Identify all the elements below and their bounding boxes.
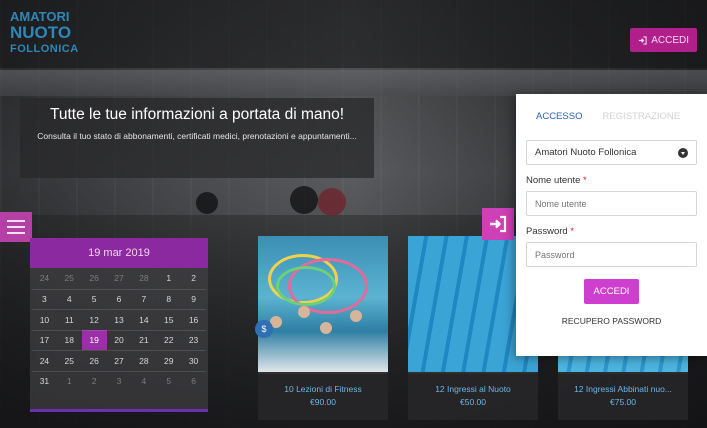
calendar-day[interactable]: 13 — [106, 309, 132, 330]
required-mark: * — [583, 175, 587, 186]
calendar-day[interactable]: 25 — [57, 268, 82, 289]
logo-line-2: NUOTO — [10, 23, 72, 42]
username-input[interactable] — [526, 191, 697, 216]
calendar-day[interactable]: 6 — [106, 288, 132, 310]
calendar-day[interactable]: 9 — [181, 288, 206, 310]
calendar-day[interactable]: 26 — [82, 268, 107, 289]
background-beam — [0, 70, 707, 96]
calendar-day[interactable]: 3 — [106, 370, 132, 392]
calendar-day[interactable]: 20 — [106, 329, 132, 351]
calendar-day[interactable]: 4 — [131, 370, 157, 392]
calendar: 19 mar 2019 24 25 26 27 28 1 2 3 4 5 6 7 8 9 10 11 12 13 1… — [30, 238, 208, 412]
card-image-fitness — [258, 236, 388, 372]
calendar-day[interactable]: 1 — [156, 268, 181, 289]
hero-subtitle: Consulta il tuo stato di abbonamenti, ce… — [37, 131, 357, 141]
calendar-day[interactable]: 28 — [131, 268, 156, 289]
menu-button[interactable] — [0, 212, 32, 242]
calendar-day[interactable]: 3 — [32, 288, 57, 310]
product-card[interactable]: 10 Lezioni di Fitness €90.00 — [258, 236, 388, 420]
calendar-day[interactable]: 2 — [181, 268, 206, 289]
calendar-day[interactable]: 1 — [56, 370, 82, 392]
calendar-day[interactable]: 28 — [131, 350, 157, 371]
username-label: Nome utente * — [526, 175, 587, 186]
header-login-label: ACCEDI — [651, 34, 689, 46]
chevron-down-icon — [678, 147, 688, 158]
calendar-day[interactable]: 16 — [181, 309, 206, 330]
calendar-day[interactable]: 5 — [81, 288, 107, 310]
calendar-day[interactable]: 26 — [81, 350, 107, 371]
calendar-day[interactable]: 7 — [131, 288, 157, 310]
calendar-day[interactable]: 27 — [106, 350, 132, 371]
header-login-button[interactable]: ACCEDI — [630, 28, 697, 52]
card-title: 12 Ingressi Abbinati nuo... — [574, 384, 672, 394]
club-select[interactable]: Amatori Nuoto Follonica — [526, 140, 697, 165]
calendar-grid: 24 25 26 27 28 1 2 3 4 5 6 7 8 9 10 11 12 13 14 15 16 17 18 19 2… — [30, 268, 208, 391]
calendar-footer-bar — [30, 409, 208, 412]
card-caption: 12 Ingressi Abbinati nuo... €75.00 — [558, 374, 688, 420]
tab-register[interactable]: REGISTRAZIONE — [602, 111, 680, 122]
login-panel: ACCESSO REGISTRAZIONE Amatori Nuoto Foll… — [516, 94, 707, 356]
login-submit-button[interactable]: ACCEDI — [584, 279, 639, 304]
card-price: €50.00 — [460, 397, 486, 407]
calendar-day[interactable]: 23 — [181, 329, 206, 351]
calendar-day[interactable]: 17 — [32, 329, 57, 351]
calendar-day[interactable]: 30 — [181, 350, 206, 371]
calendar-day[interactable]: 19 — [81, 329, 107, 350]
hamburger-icon — [7, 220, 25, 222]
calendar-day[interactable]: 14 — [131, 309, 157, 330]
recover-password-link[interactable]: RECUPERO PASSWORD — [526, 316, 697, 326]
background-weight-plate — [318, 188, 346, 216]
calendar-day[interactable]: 21 — [131, 329, 157, 351]
calendar-day[interactable]: 2 — [81, 370, 107, 392]
calendar-day[interactable]: 27 — [107, 268, 132, 289]
tab-access[interactable]: ACCESSO — [536, 111, 582, 122]
card-title: 12 Ingressi al Nuoto — [435, 384, 511, 394]
hero-title: Tutte le tue informazioni a portata di m… — [49, 106, 345, 123]
logo-line-3: FOLLONICA — [10, 43, 79, 55]
logo-line-1: AMATORI — [10, 9, 70, 24]
card-title: 10 Lezioni di Fitness — [284, 384, 362, 394]
sign-in-icon — [639, 35, 647, 45]
background-weight-plate — [196, 192, 218, 214]
club-select-value: Amatori Nuoto Follonica — [535, 147, 637, 158]
calendar-day[interactable]: 24 — [32, 268, 57, 289]
card-price: €90.00 — [310, 397, 336, 407]
calendar-day[interactable]: 22 — [156, 329, 182, 351]
background-weight-plate — [290, 186, 318, 214]
card-price: €75.00 — [610, 397, 636, 407]
calendar-day[interactable]: 25 — [56, 350, 82, 371]
calendar-day[interactable]: 11 — [56, 309, 82, 330]
sign-in-icon — [490, 215, 507, 233]
logo[interactable]: AMATORI NUOTO FOLLONICA — [10, 10, 82, 60]
card-caption: 12 Ingressi al Nuoto €50.00 — [408, 374, 538, 420]
hero-banner: Tutte le tue informazioni a portata di m… — [20, 98, 374, 178]
calendar-day[interactable]: 15 — [156, 309, 182, 330]
calendar-day[interactable]: 31 — [32, 370, 57, 392]
card-caption: 10 Lezioni di Fitness €90.00 — [258, 374, 388, 420]
password-input[interactable] — [526, 242, 697, 267]
calendar-day[interactable]: 29 — [156, 350, 182, 371]
calendar-day[interactable]: 4 — [56, 288, 82, 310]
calendar-day[interactable]: 8 — [156, 288, 182, 310]
password-label: Password * — [526, 226, 575, 237]
calendar-day[interactable]: 12 — [81, 309, 107, 330]
top-bar: AMATORI NUOTO FOLLONICA ACCEDI — [0, 0, 707, 68]
calendar-day[interactable]: 5 — [156, 370, 182, 392]
calendar-day[interactable]: 24 — [32, 350, 57, 371]
dollar-icon: $ — [255, 320, 273, 338]
calendar-day[interactable]: 10 — [32, 309, 57, 330]
login-toggle-button[interactable] — [482, 208, 514, 240]
calendar-day[interactable]: 6 — [181, 370, 206, 392]
required-mark: * — [570, 226, 575, 237]
login-tabs: ACCESSO REGISTRAZIONE — [526, 104, 697, 128]
calendar-day[interactable]: 18 — [56, 329, 82, 351]
calendar-header[interactable]: 19 mar 2019 — [30, 238, 208, 268]
